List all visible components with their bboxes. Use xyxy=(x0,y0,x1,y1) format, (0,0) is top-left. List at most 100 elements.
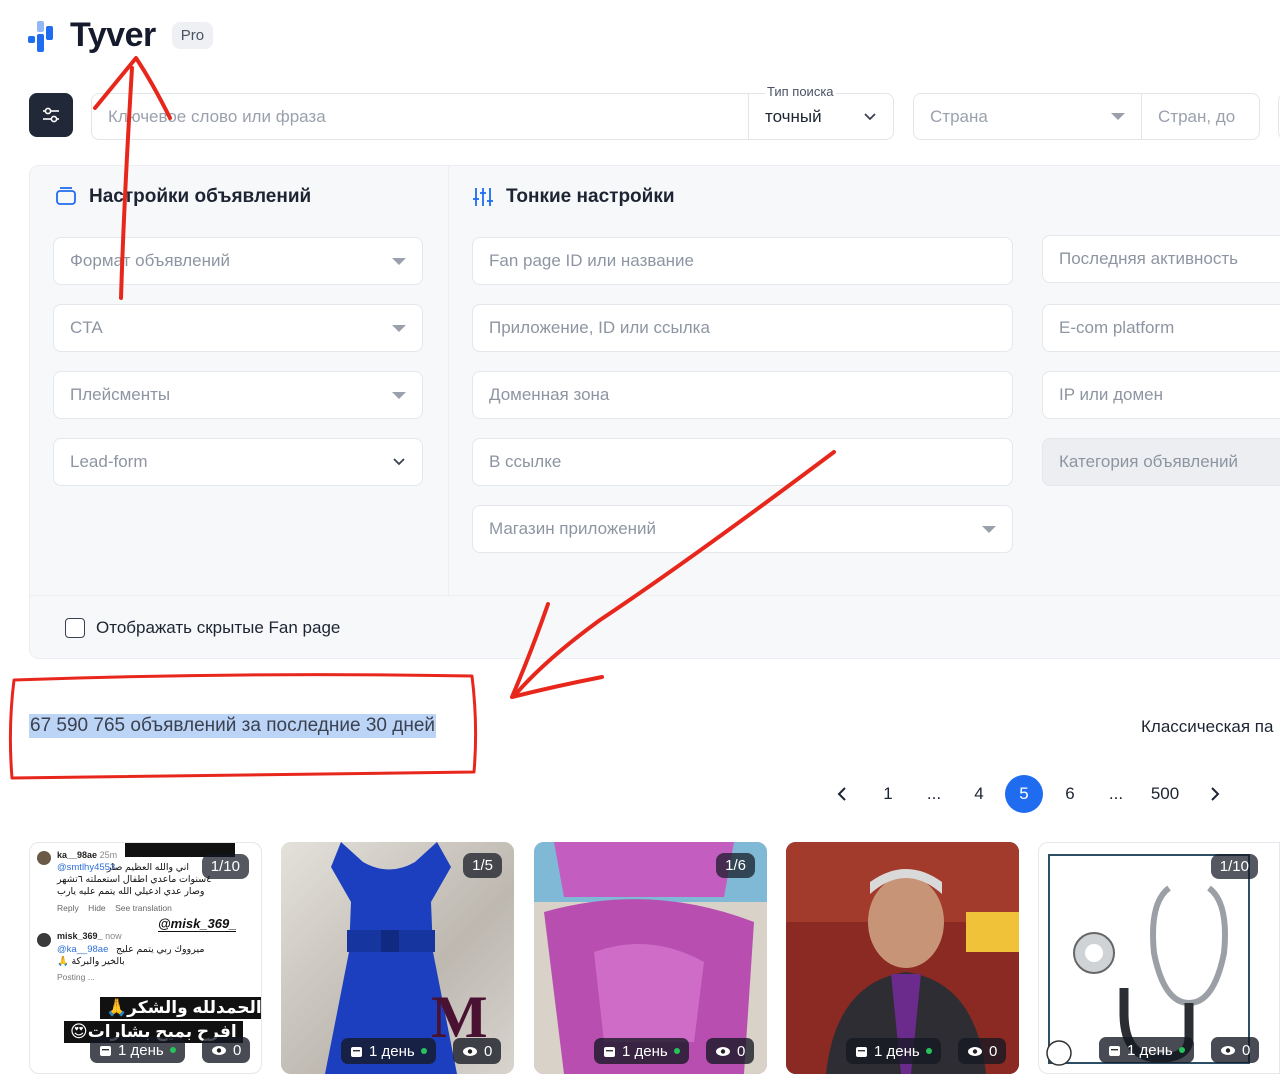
calendar-icon xyxy=(351,1046,362,1057)
comment-text: ٤سنوات ماعدي اطفال استعملته ٦تشهر xyxy=(57,874,212,885)
comment-author: misk_369_ now xyxy=(57,931,122,941)
chevron-down-icon xyxy=(864,112,876,120)
app-input[interactable]: Приложение, ID или ссылка xyxy=(472,304,1013,352)
caret-down-icon xyxy=(392,391,406,399)
ad-settings-heading: Настройки объявлений xyxy=(55,186,311,208)
in-link-input[interactable]: В ссылке xyxy=(472,438,1013,486)
active-dot xyxy=(673,1048,680,1054)
calendar-icon xyxy=(856,1046,867,1057)
pagination-prev[interactable] xyxy=(830,775,854,813)
watermark: @misk_369_ xyxy=(158,916,237,932)
ad-format-placeholder: Формат объявлений xyxy=(70,251,230,270)
age-badge: 1 день xyxy=(846,1038,941,1064)
domain-zone-input[interactable]: Доменная зона xyxy=(472,371,1013,419)
in-link-placeholder: В ссылке xyxy=(489,452,562,471)
last-activity-placeholder: Последняя активность xyxy=(1059,249,1238,268)
show-hidden-fanpages-toggle[interactable]: Отображать скрытые Fan page xyxy=(65,618,340,638)
ad-card[interactable]: 1/10 1 день 0 xyxy=(1038,842,1280,1074)
placements-select[interactable]: Плейсменты xyxy=(53,371,423,419)
views-badge: 0 xyxy=(453,1038,502,1064)
active-dot xyxy=(420,1048,427,1054)
comment-text: وصار عدي ادعيلي الله يتمم عليه يارب xyxy=(57,886,205,897)
ecom-platform-select[interactable]: E-com platform xyxy=(1042,304,1280,352)
search-type-label: Тип поиска xyxy=(765,84,836,99)
show-hidden-fanpages-label: Отображать скрытые Fan page xyxy=(96,618,341,637)
pagination-page[interactable]: 500 xyxy=(1146,775,1184,813)
cta-select[interactable]: CTA xyxy=(53,304,423,352)
media-counter: 1/6 xyxy=(716,853,755,878)
brand-logo[interactable]: Tyver Pro xyxy=(28,16,214,55)
app-store-placeholder: Магазин приложений xyxy=(489,519,657,538)
comment-text: اني والله العظيم صار xyxy=(106,862,189,873)
pagination-ellipsis: ... xyxy=(926,784,942,803)
pagination-page-current[interactable]: 5 xyxy=(1005,775,1043,813)
last-activity-input[interactable]: Последняя активность xyxy=(1042,235,1280,283)
eye-icon xyxy=(1221,1045,1235,1055)
posting-status: Posting ... xyxy=(57,972,95,982)
pagination-page[interactable]: 4 xyxy=(967,775,991,813)
placements-placeholder: Плейсменты xyxy=(70,385,171,404)
view-mode-toggle[interactable]: Классическая па xyxy=(1141,717,1273,737)
search-type-select[interactable]: точный xyxy=(749,93,894,140)
avatar xyxy=(37,933,51,947)
country-select[interactable]: Страна xyxy=(913,93,1142,140)
media-counter: 1/10 xyxy=(201,854,249,879)
app-store-select[interactable]: Магазин приложений xyxy=(472,505,1013,553)
age-badge: 1 день xyxy=(90,1037,185,1063)
ad-card[interactable]: M 1/5 1 день 0 xyxy=(281,842,514,1074)
ad-category-select[interactable]: Категория объявлений xyxy=(1042,438,1280,486)
fan-page-input[interactable]: Fan page ID или название xyxy=(472,237,1013,285)
active-dot xyxy=(1178,1047,1185,1053)
pagination-next[interactable] xyxy=(1203,775,1227,813)
active-dot xyxy=(169,1047,176,1053)
show-hidden-fanpages-checkbox[interactable] xyxy=(65,618,85,638)
country-exclude-input[interactable]: Стран, до xyxy=(1142,93,1260,140)
age-badge: 1 день xyxy=(594,1038,689,1064)
calendar-icon xyxy=(100,1045,111,1056)
fan-page-placeholder: Fan page ID или название xyxy=(489,251,694,270)
calendar-icon xyxy=(1109,1045,1120,1056)
chevron-down-icon xyxy=(393,458,405,466)
panel-divider xyxy=(448,165,449,595)
comment-text: بالخير والبركة 🙏 xyxy=(57,956,125,967)
comment-text: ميرووك ربي يتمم عليج xyxy=(116,944,205,955)
logo-icon xyxy=(28,18,58,54)
caption-banner: الحمدلله والشكر🙏 xyxy=(100,997,261,1019)
ad-frame-icon xyxy=(56,187,76,205)
media-counter: 1/10 xyxy=(1210,854,1258,879)
search-type-value: точный xyxy=(765,106,822,126)
ad-format-select[interactable]: Формат объявлений xyxy=(53,237,423,285)
age-badge: 1 день xyxy=(341,1038,436,1064)
eye-icon xyxy=(968,1046,982,1056)
country-placeholder: Страна xyxy=(930,106,988,126)
ecom-platform-placeholder: E-com platform xyxy=(1059,318,1175,337)
ip-domain-placeholder: IP или домен xyxy=(1059,385,1164,404)
fine-settings-title: Тонкие настройки xyxy=(506,186,675,207)
ad-card[interactable]: ka__98ae 25m @smtlhy4553 اني والله العظي… xyxy=(29,842,262,1074)
caret-down-icon xyxy=(392,324,406,332)
pagination-page[interactable]: 1 xyxy=(876,775,900,813)
pagination-page[interactable]: 6 xyxy=(1058,775,1082,813)
sliders-icon xyxy=(43,107,59,123)
chevron-left-icon xyxy=(837,787,846,801)
eye-icon xyxy=(463,1046,477,1056)
keyword-search-input[interactable]: Ключевое слово или фраза xyxy=(91,93,749,140)
calendar-icon xyxy=(604,1046,615,1057)
ad-card[interactable]: 1 день 0 xyxy=(786,842,1019,1074)
comment-mention: @ka__98ae xyxy=(57,944,109,955)
equalizer-icon xyxy=(473,188,493,206)
filters-toggle-button[interactable] xyxy=(29,93,73,137)
panel-separator xyxy=(29,595,1280,596)
pagination-ellipsis: ... xyxy=(1108,784,1124,803)
ip-domain-input[interactable]: IP или домен xyxy=(1042,371,1280,419)
app-placeholder: Приложение, ID или ссылка xyxy=(489,318,710,337)
ad-settings-title: Настройки объявлений xyxy=(89,186,312,207)
eye-icon xyxy=(716,1046,730,1056)
avatar xyxy=(37,851,51,865)
lead-form-select[interactable]: Lead-form xyxy=(53,438,423,486)
active-dot xyxy=(925,1048,932,1054)
views-badge: 0 xyxy=(202,1037,251,1063)
views-badge: 0 xyxy=(958,1038,1007,1064)
ad-card[interactable]: 1/6 1 день 0 xyxy=(534,842,767,1074)
brand-name: Tyver xyxy=(70,16,156,54)
